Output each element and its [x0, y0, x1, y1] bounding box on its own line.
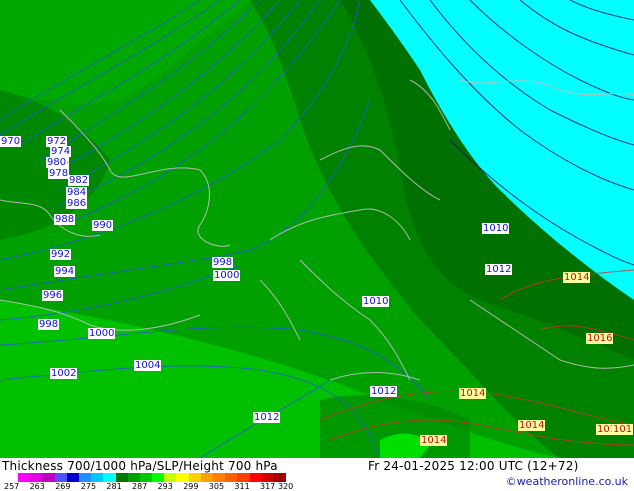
isobar-label: 992 — [50, 249, 72, 260]
isobar-label: 1012 — [370, 386, 398, 397]
legend: Thickness 700/1000 hPa/SLP/Height 700 hP… — [0, 458, 634, 491]
isobar-label: 1016 — [586, 333, 614, 344]
isobar-label: 1000 — [213, 270, 241, 281]
isobar-label: 978 — [48, 168, 70, 179]
isobar-label: 1010 — [482, 223, 510, 234]
color-scale-swatch — [164, 473, 177, 482]
isobar-label: 1012 — [253, 412, 281, 423]
color-scale-swatch — [103, 473, 116, 482]
color-scale-swatch — [188, 473, 201, 482]
isobar-label: 984 — [66, 187, 88, 198]
color-scale-swatch — [66, 473, 79, 482]
isobar-label: 1010 — [362, 296, 390, 307]
color-scale-swatch — [78, 473, 92, 482]
isobar-label: 974 — [50, 146, 72, 157]
color-scale-swatch — [261, 473, 274, 482]
isobar-label: 980 — [46, 157, 68, 168]
isobar-label: 1014 — [518, 420, 546, 431]
map-title: Thickness 700/1000 hPa/SLP/Height 700 hP… — [2, 459, 278, 473]
color-scale-swatch — [249, 473, 262, 482]
color-scale-swatch — [139, 473, 153, 482]
isobar-label: 1012 — [485, 264, 513, 275]
isobar-label: 1000 — [88, 328, 116, 339]
credit-link[interactable]: ©weatheronline.co.uk — [506, 475, 628, 488]
color-scale-swatch — [30, 473, 43, 482]
color-scale-swatch — [42, 473, 55, 482]
isobar-label: 970 — [0, 136, 22, 147]
isobar-label: 982 — [68, 175, 90, 186]
color-scale-swatch — [176, 473, 189, 482]
isobar-label: 101 — [612, 424, 634, 435]
isobar-label: 1014 — [459, 388, 487, 399]
isobar-label: 986 — [66, 198, 88, 209]
color-scale-swatch — [213, 473, 226, 482]
color-scale-swatch — [273, 473, 287, 482]
isobar-label: 1014 — [420, 435, 448, 446]
map-datetime: Fr 24-01-2025 12:00 UTC (12+72) — [368, 459, 579, 473]
isobar-label: 988 — [54, 214, 76, 225]
color-scale-swatch — [225, 473, 238, 482]
isobar-label: 996 — [42, 290, 64, 301]
color-scale-swatch — [115, 473, 128, 482]
color-scale-swatch — [54, 473, 67, 482]
color-scale-swatch — [91, 473, 104, 482]
color-scale-swatch — [127, 473, 140, 482]
isobar-label: 1004 — [134, 360, 162, 371]
isobar-label: 1014 — [563, 272, 591, 283]
color-scale — [18, 473, 287, 482]
isobar-label: 998 — [38, 319, 60, 330]
isobar-label: 1002 — [50, 368, 78, 379]
isobar-label: 990 — [92, 220, 114, 231]
color-scale-swatch — [237, 473, 250, 482]
color-scale-swatch — [152, 473, 165, 482]
color-scale-swatch — [200, 473, 213, 482]
isobar-label: 994 — [54, 266, 76, 277]
isobar-label: 998 — [212, 257, 234, 268]
color-scale-swatch — [18, 473, 31, 482]
